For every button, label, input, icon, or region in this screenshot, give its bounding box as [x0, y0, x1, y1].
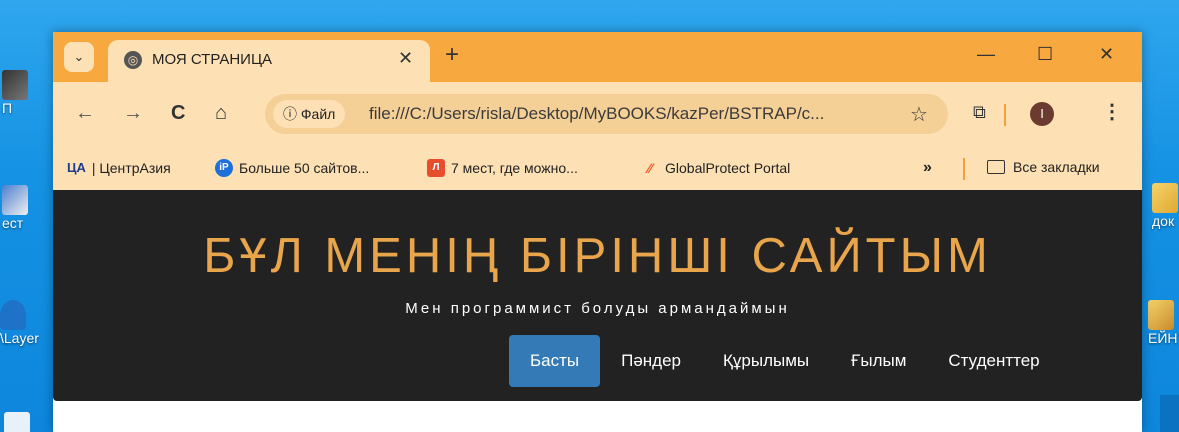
folder-icon [987, 160, 1005, 174]
l-logo-icon: Л [427, 159, 445, 177]
desktop-icon-label: П [2, 100, 13, 116]
bookmark-label: GlobalProtect Portal [665, 160, 791, 176]
extensions-icon[interactable]: ⧉ [973, 102, 986, 123]
desktop-icon[interactable]: \Layer [0, 300, 39, 346]
site-subtitle: Мен программист болуды армандаймын [405, 300, 790, 317]
all-bookmarks-button[interactable]: Все закладки [987, 159, 1100, 175]
bookmark-label: Больше 50 сайтов... [239, 160, 370, 176]
bookmarks-overflow-button[interactable]: » [923, 159, 932, 177]
nav-item-pander[interactable]: Пәндер [600, 335, 702, 387]
bookmark-star-icon[interactable]: ☆ [910, 102, 928, 127]
key-icon [0, 300, 26, 330]
folder-icon [1148, 300, 1174, 330]
desktop-icon[interactable]: П [2, 70, 28, 116]
chevron-down-icon: ⌄ [73, 49, 85, 64]
globalprotect-logo-icon: ⁄⁄ [647, 160, 653, 176]
bookmark-centrasia[interactable]: ЦА | ЦентрАзия [67, 159, 171, 177]
profile-avatar[interactable]: I [1030, 102, 1054, 126]
globe-icon: ◎ [124, 51, 142, 69]
reload-button[interactable]: C [171, 102, 185, 124]
desktop-icon-label: \Layer [0, 330, 39, 346]
bookmarks-divider [963, 158, 965, 180]
tab-close-button[interactable]: ✕ [398, 48, 413, 69]
desktop-icon[interactable]: док [1152, 183, 1178, 229]
new-tab-button[interactable]: + [445, 42, 459, 68]
toolbar-divider [1004, 104, 1006, 126]
url-text[interactable]: file:///C:/Users/risla/Desktop/MyBOOKS/k… [369, 104, 824, 124]
site-header: БҰЛ МЕНІҢ БІРІНШІ САЙТЫМ Мен программист… [53, 190, 1142, 401]
menu-dots-icon[interactable]: ⋮ [1102, 99, 1122, 124]
desktop-icon[interactable] [4, 412, 30, 432]
forward-button[interactable]: → [123, 102, 143, 124]
nav-item-gylym[interactable]: Ғылым [830, 335, 927, 387]
desktop-icon-label: ЕЙН [1148, 330, 1178, 346]
document-icon [4, 412, 30, 432]
desktop-icon-label: ест [2, 215, 24, 231]
bookmark-label: | ЦентрАзия [91, 160, 171, 176]
site-nav: Басты Пәндер Құрылымы Ғылым Студенттер [509, 335, 1061, 387]
back-button[interactable]: ← [75, 102, 95, 124]
desktop-shortcut-icon [2, 185, 28, 215]
bookmark-places[interactable]: Л 7 мест, где можно... [427, 159, 578, 177]
folder-icon [1152, 183, 1178, 213]
desktop-icon[interactable]: ЕЙН [1148, 300, 1178, 346]
nav-item-basty[interactable]: Басты [509, 335, 601, 387]
taskbar-edge [1160, 395, 1179, 432]
browser-toolbar: ← → C ⌂ ⓘ Файл file:///C:/Users/risla/De… [53, 82, 1142, 146]
address-bar[interactable]: ⓘ Файл file:///C:/Users/risla/Desktop/My… [265, 94, 948, 134]
tab-title: МОЯ СТРАНИЦА [152, 51, 273, 68]
desktop-icon-label: док [1152, 213, 1175, 229]
nav-item-studentter[interactable]: Студенттер [927, 335, 1060, 387]
close-window-button[interactable]: ✕ [1099, 44, 1114, 65]
tab-search-button[interactable]: ⌄ [64, 42, 94, 72]
maximize-button[interactable]: ☐ [1037, 44, 1053, 65]
centrasia-logo-icon: ЦА [67, 160, 86, 175]
browser-window: ⌄ ◎ МОЯ СТРАНИЦА ✕ + — ☐ ✕ ← → C ⌂ ⓘ Фай… [53, 32, 1142, 432]
bookmark-label: 7 мест, где можно... [451, 160, 578, 176]
tab-active[interactable]: ◎ МОЯ СТРАНИЦА ✕ [108, 40, 430, 82]
bookmark-globalprotect[interactable]: ⁄⁄ GlobalProtect Portal [641, 159, 791, 177]
ip-logo-icon: iP [215, 159, 233, 177]
page-viewport: БҰЛ МЕНІҢ БІРІНШІ САЙТЫМ Мен программист… [53, 190, 1142, 432]
title-bar: ⌄ ◎ МОЯ СТРАНИЦА ✕ + — ☐ ✕ [53, 32, 1142, 82]
site-info-chip[interactable]: ⓘ Файл [273, 100, 346, 128]
bookmarks-bar: ЦА | ЦентрАзия iP Больше 50 сайтов... Л … [53, 146, 1142, 190]
bookmark-sites[interactable]: iP Больше 50 сайтов... [215, 159, 369, 177]
minimize-button[interactable]: — [977, 44, 995, 65]
home-button[interactable]: ⌂ [215, 102, 227, 124]
site-title: БҰЛ МЕНІҢ БІРІНШІ САЙТЫМ [203, 229, 992, 283]
desktop-shortcut-icon [2, 70, 28, 100]
desktop-icon[interactable]: ест [2, 185, 28, 231]
all-bookmarks-label: Все закладки [1013, 159, 1100, 175]
nav-item-qurylymy[interactable]: Құрылымы [702, 335, 830, 387]
